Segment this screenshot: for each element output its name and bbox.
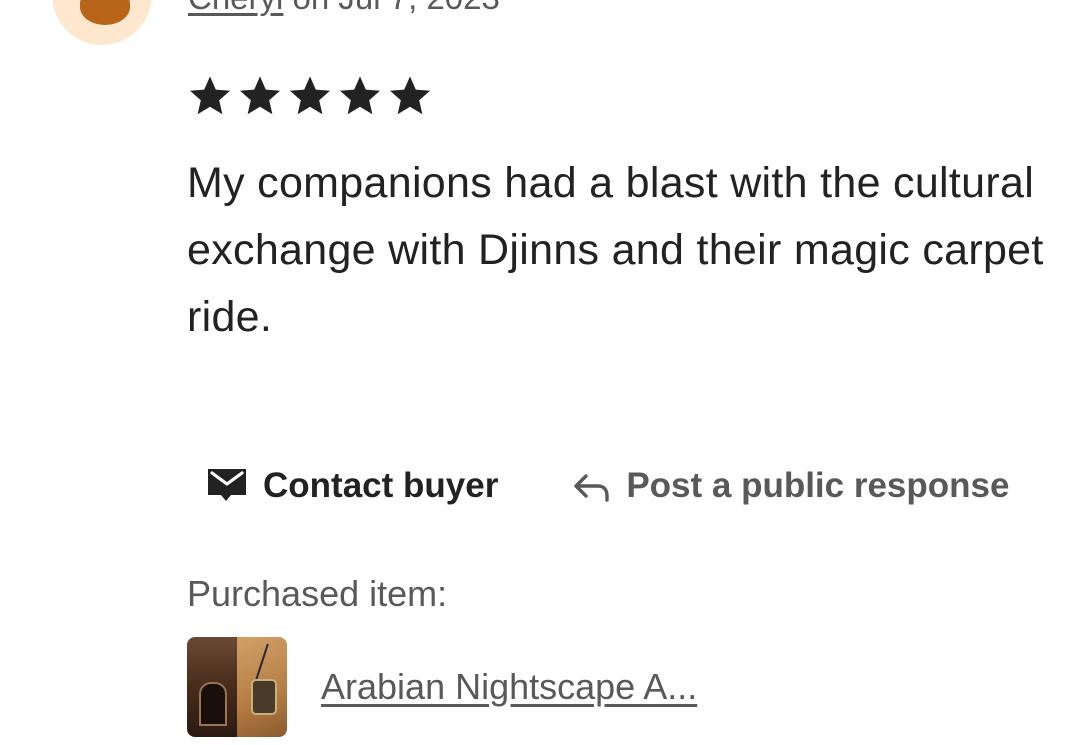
contact-buyer-label: Contact buyer <box>263 466 499 505</box>
review-text: My companions had a blast with the cultu… <box>187 159 1044 341</box>
purchased-item-label: Purchased item: <box>187 573 448 614</box>
contact-buyer-button[interactable]: Contact buyer <box>205 465 498 507</box>
star-icon <box>236 72 284 120</box>
thumbnail-cord <box>255 643 269 681</box>
star-icon <box>286 72 334 120</box>
star-icon <box>386 72 434 120</box>
avatar-image <box>80 0 130 25</box>
review-actions: Contact buyer Post a public response <box>205 458 1009 514</box>
star-icon <box>186 72 234 120</box>
star-rating <box>186 72 434 120</box>
item-title-link[interactable]: Arabian Nightscape A... <box>321 666 697 708</box>
reviewer-name-link[interactable]: Cheryl <box>188 0 283 16</box>
thumbnail-pendant <box>251 679 277 715</box>
post-public-response-label: Post a public response <box>626 466 1010 505</box>
purchased-item: Arabian Nightscape A... <box>187 637 697 737</box>
reviewer-avatar[interactable] <box>52 0 152 45</box>
post-public-response-button[interactable]: Post a public response <box>570 466 1009 506</box>
thumbnail-left-image <box>187 637 237 737</box>
thumbnail-arch <box>199 682 227 726</box>
envelope-icon <box>205 465 249 507</box>
item-thumbnail[interactable] <box>187 637 287 737</box>
star-icon <box>336 72 384 120</box>
thumbnail-right-image <box>237 637 287 737</box>
review-date: on Jul 7, 2023 <box>283 0 500 16</box>
reply-arrow-icon <box>570 468 612 504</box>
reviewer-line: Cheryl on Jul 7, 2023 <box>188 0 500 18</box>
